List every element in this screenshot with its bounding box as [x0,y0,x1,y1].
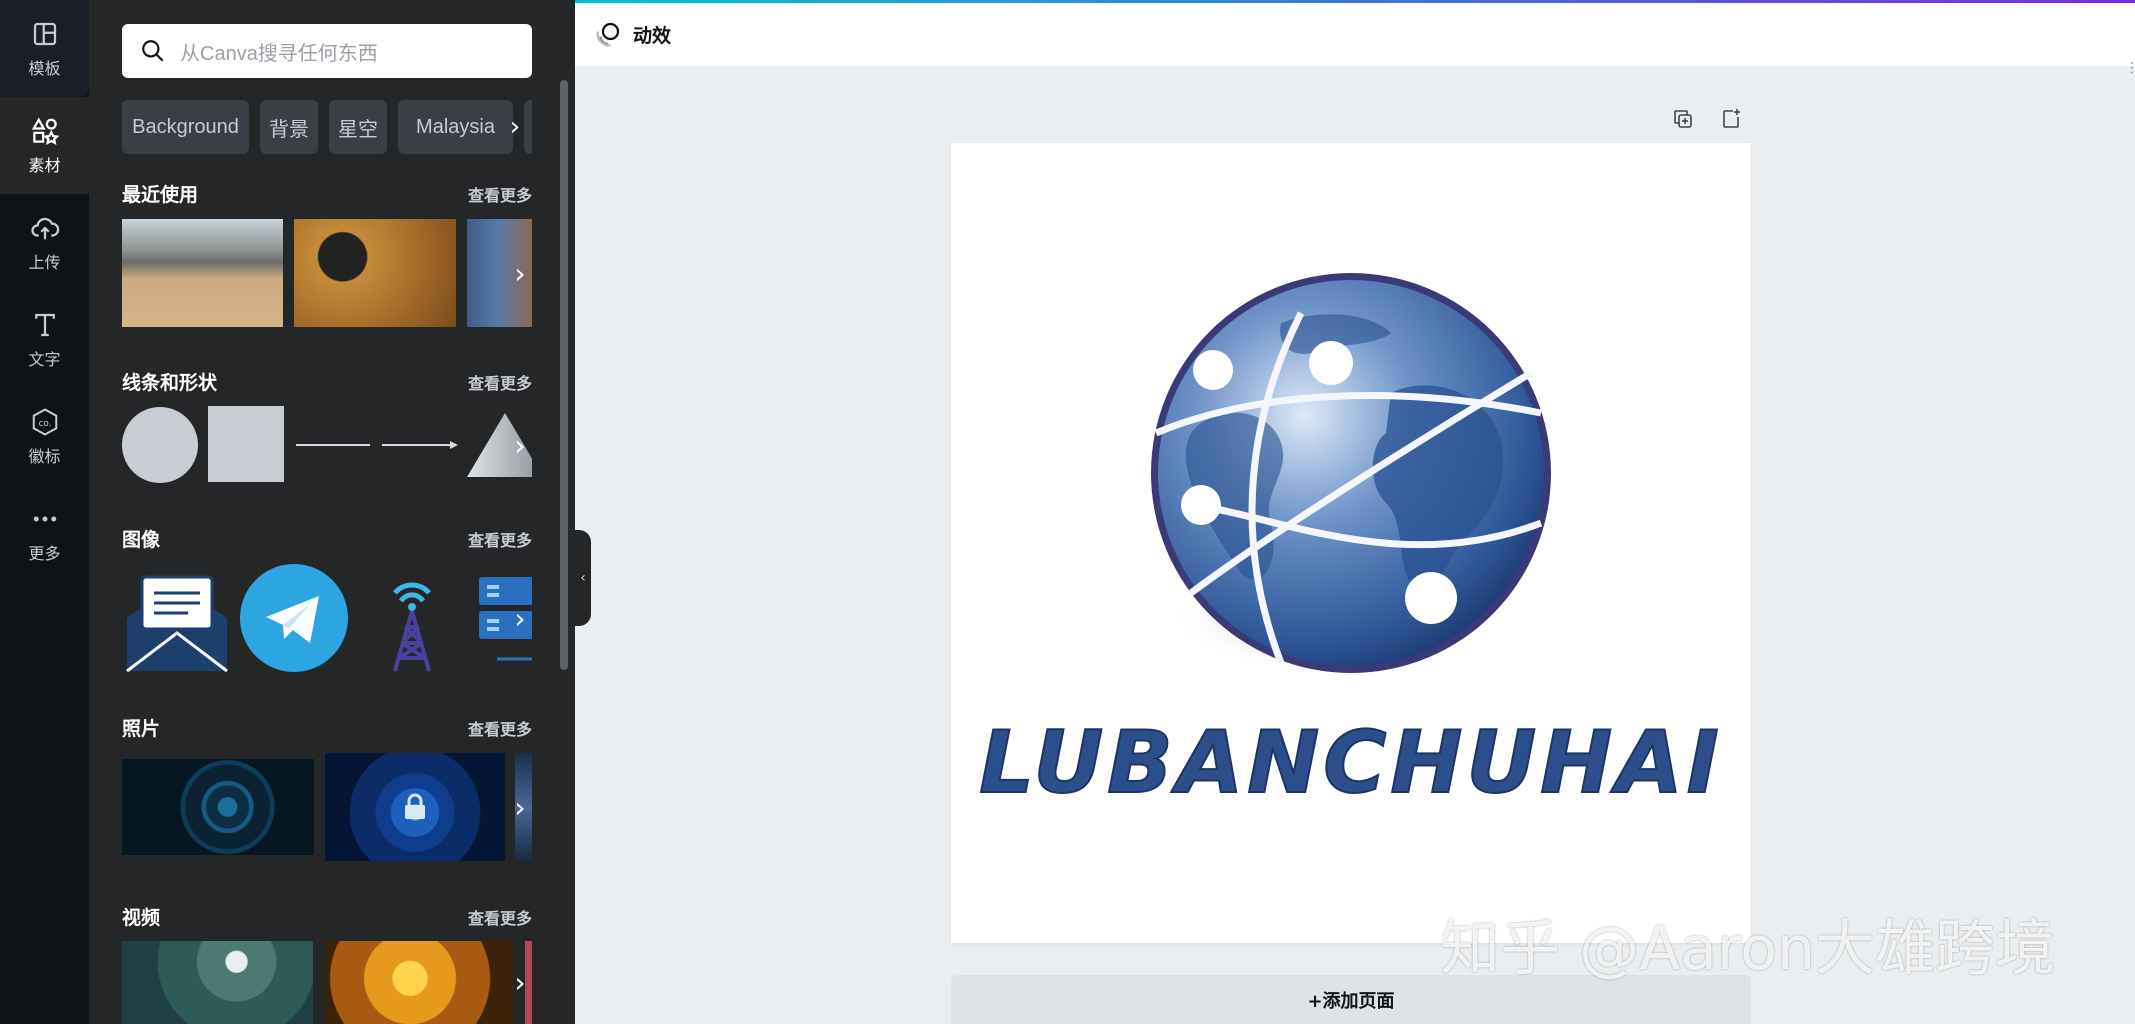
add-page-icon [1723,109,1740,128]
add-page-icon-button[interactable] [1716,104,1746,134]
search-icon [142,40,164,62]
logo-badge-icon: co. [32,407,57,436]
chevron-left-icon: ‹ [580,570,586,586]
see-more-photos[interactable]: 查看更多 [457,716,532,740]
lock-icon [405,793,425,819]
chip[interactable]: Malaysia [398,100,513,154]
recent-thumbnail[interactable] [294,219,456,327]
rail-item-templates[interactable]: 模板 [0,0,89,97]
recent-thumbnail[interactable] [122,219,283,327]
photos-row: › [122,753,532,861]
svg-text:co.: co. [38,418,51,428]
chevron-right-icon[interactable]: › [508,563,532,673]
rail-item-more[interactable]: 更多 [0,485,89,582]
rail-item-uploads[interactable]: 上传 [0,194,89,291]
chip[interactable]: Background [122,100,249,154]
layout-icon [33,22,56,45]
logo-text[interactable]: LUBANCHUHAI [951,712,1751,814]
line-shape[interactable] [294,405,372,485]
search-placeholder: 从Canva搜寻任何东西 [180,42,378,65]
left-nav-rail: 模板 素材 上传 文字 co. 徽标 更多 [0,0,89,1024]
animate-icon [596,22,620,47]
section-title-videos: 视频 [122,907,161,929]
section-title-shapes: 线条和形状 [122,372,218,394]
see-more-graphics[interactable]: 查看更多 [457,527,532,551]
videos-row: › [122,941,532,1024]
mail-graphic[interactable] [122,563,232,673]
duplicate-icon [1674,110,1692,128]
chip[interactable]: 背景 [260,100,318,154]
rail-item-label: 上传 [28,252,61,272]
more-dots-icon [33,516,56,521]
chevron-right-icon[interactable]: › [508,753,532,861]
animate-label: 动效 [633,24,672,47]
design-page[interactable]: LUBANCHUHAI [951,143,1751,943]
shapes-row: › [122,405,532,485]
rail-item-text[interactable]: 文字 [0,291,89,388]
photo-thumbnail[interactable] [122,759,314,855]
suggestion-chips: Background 背景 星空 Malaysia 花 › [122,100,532,154]
see-more-videos[interactable]: 查看更多 [457,905,532,929]
scroll-indicator: ⋮ [2125,60,2135,76]
chevron-right-icon[interactable]: › [508,219,532,327]
cloud-upload-icon [30,217,59,239]
see-more-shapes[interactable]: 查看更多 [457,370,532,394]
text-icon [34,313,55,336]
graphics-row: › [122,563,532,673]
chevron-right-icon[interactable]: › [508,941,532,1024]
video-thumbnail[interactable] [325,941,514,1024]
search-input[interactable]: 从Canva搜寻任何东西 [122,24,532,78]
section-title-photos: 照片 [122,718,161,740]
rail-item-label: 模板 [28,58,61,78]
editor-toolbar: 动效 [575,3,2135,66]
collapse-panel-button[interactable]: ‹ [575,530,591,626]
arrow-line-shape[interactable] [380,405,458,485]
section-title-recent: 最近使用 [122,184,199,206]
panel-scrollbar[interactable] [560,80,568,670]
elements-panel: 从Canva搜寻任何东西 Background 背景 星空 Malaysia 花… [89,0,575,1024]
telegram-graphic[interactable] [239,563,349,673]
photo-thumbnail[interactable] [325,753,505,861]
circle-shape[interactable] [122,405,200,485]
globe-graphic[interactable] [1131,273,1571,693]
shapes-icon [31,116,59,145]
chevron-right-icon[interactable]: › [498,100,532,154]
watermark: 知乎 @Aaron大雄跨境 [1440,914,2055,984]
rail-item-logos[interactable]: co. 徽标 [0,388,89,485]
section-title-graphics: 图像 [122,529,161,551]
square-shape[interactable] [208,405,286,485]
rail-item-label: 素材 [28,155,61,175]
duplicate-page-button[interactable] [1668,104,1698,134]
rail-item-label: 更多 [28,543,61,563]
page-tools [1668,104,1746,134]
animate-button[interactable]: 动效 [593,19,671,49]
see-more-recent[interactable]: 查看更多 [457,182,532,206]
chip[interactable]: 星空 [329,100,387,154]
rail-item-label: 文字 [28,349,61,369]
chevron-right-icon[interactable]: › [508,405,532,485]
rail-item-elements[interactable]: 素材 [0,97,89,194]
video-thumbnail[interactable] [122,941,313,1024]
rail-item-label: 徽标 [28,446,61,466]
recent-row: › [122,219,532,327]
radio-tower-graphic[interactable] [357,563,467,673]
